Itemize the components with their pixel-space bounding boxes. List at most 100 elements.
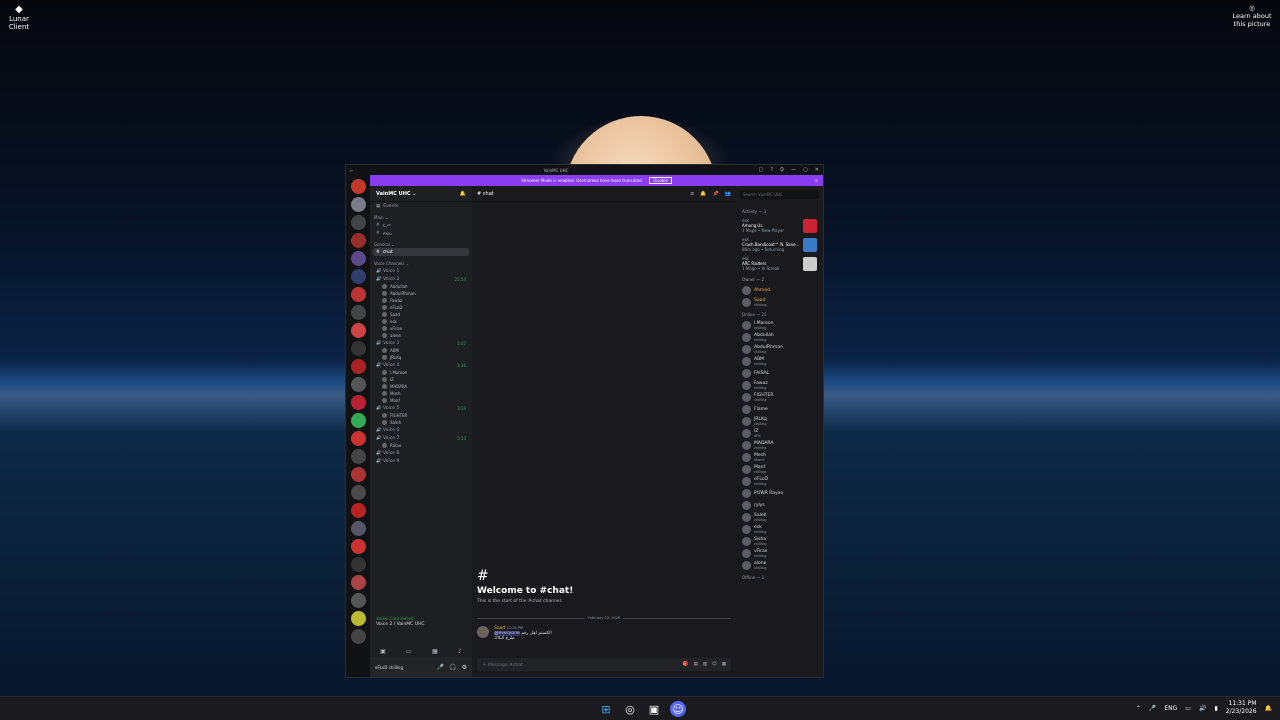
server-icon[interactable] (350, 305, 366, 320)
voice-user[interactable]: JRLKq (370, 354, 472, 361)
member-item[interactable]: Abdullah chilling (736, 331, 823, 343)
member-item[interactable]: Fawaz chilling (736, 379, 823, 391)
headphones-icon[interactable]: 🎧 (449, 664, 456, 671)
server-icon[interactable] (350, 269, 366, 284)
server-header[interactable]: VainMC UHC ⌄ 🔔 (370, 186, 472, 202)
voice-user[interactable]: esk (370, 318, 472, 325)
pin-icon[interactable]: 📌 (713, 191, 719, 197)
window-control-icon[interactable]: ? (770, 167, 773, 173)
server-icon[interactable] (350, 521, 366, 536)
server-icon[interactable] (350, 611, 366, 626)
member-item[interactable]: vFirax chilling (736, 547, 823, 559)
server-icon[interactable] (350, 179, 366, 194)
activities-icon[interactable]: ▦ (432, 648, 438, 655)
server-icon[interactable] (350, 377, 366, 392)
activity-card[interactable]: esk Among Us 1 Mage • New Player (736, 216, 823, 235)
gear-icon[interactable]: ⚙ (462, 664, 467, 671)
member-item[interactable]: alone chilling (736, 559, 823, 571)
chevron-up-icon[interactable]: ⌃ (1136, 705, 1141, 712)
server-icon[interactable] (350, 359, 366, 374)
member-item[interactable]: Manf chilling (736, 463, 823, 475)
member-item[interactable]: ABM chilling (736, 355, 823, 367)
member-item[interactable]: Mesh shard (736, 451, 823, 463)
search-input[interactable]: Search VainMC UHC (740, 190, 819, 199)
server-icon[interactable] (350, 593, 366, 608)
desktop-shortcut[interactable]: ◆ Lunar Client (2, 4, 36, 31)
server-icon[interactable] (350, 287, 366, 302)
window-control-icon[interactable]: ✕ (815, 167, 819, 173)
back-icon[interactable]: ← (350, 168, 353, 173)
member-item[interactable]: Saleh chilling (736, 511, 823, 523)
camera-icon[interactable]: ▣ (380, 648, 386, 655)
close-icon[interactable]: ✕ (815, 178, 818, 183)
battery-icon[interactable]: ▮ (1214, 705, 1217, 712)
member-item[interactable]: I.Maroon chilling (736, 319, 823, 331)
message[interactable]: Saad 11:14 PM @everyone الكستم لفل رقم ط… (477, 626, 731, 641)
server-icon[interactable] (350, 251, 366, 266)
member-item[interactable]: AbdulRhman chilling (736, 343, 823, 355)
server-icon[interactable] (350, 539, 366, 554)
window-control-icon[interactable]: — (791, 167, 796, 173)
voice-user[interactable]: IZ (370, 376, 472, 383)
emoji-icon[interactable]: ☺ (712, 662, 717, 667)
sticker-icon[interactable]: ▥ (703, 662, 707, 667)
learn-about-picture[interactable]: ◎ Learn about this picture (1232, 4, 1272, 28)
voice-channel[interactable]: 🔊 Voice 7 5:13 (370, 434, 472, 442)
voice-user[interactable]: vFirax (370, 325, 472, 332)
voice-user[interactable]: ABM (370, 347, 472, 354)
voice-user[interactable]: Abdullah (370, 283, 472, 290)
member-item[interactable]: FIGHTER chilling (736, 391, 823, 403)
member-item[interactable]: Sisha chilling (736, 535, 823, 547)
plus-icon[interactable]: ＋ (482, 663, 487, 668)
voice-user[interactable]: Mesh (370, 390, 472, 397)
server-icon[interactable] (350, 449, 366, 464)
window-control-icon[interactable]: □ (759, 167, 764, 173)
member-item[interactable]: Flame (736, 403, 823, 415)
member-item[interactable]: eFLoD chilling (736, 475, 823, 487)
member-item[interactable]: FAISAL (736, 367, 823, 379)
server-icon[interactable] (350, 323, 366, 338)
member-item[interactable]: esk chilling (736, 523, 823, 535)
voice-channel[interactable]: 🔊 Voice 8 (370, 449, 472, 457)
member-item[interactable]: Saad chilling (736, 296, 823, 308)
voice-user[interactable]: AbdulRhman (370, 290, 472, 297)
window-control-icon[interactable]: ▢ (803, 167, 808, 173)
member-item[interactable]: POWR Rayan (736, 487, 823, 499)
threads-icon[interactable]: ≡ (690, 191, 694, 197)
gift-icon[interactable]: 🎁 (683, 662, 689, 667)
server-icon[interactable] (350, 467, 366, 482)
server-icon[interactable] (350, 341, 366, 356)
bell-icon[interactable]: 🔔 (700, 191, 706, 197)
network-icon[interactable]: ▭ (1185, 705, 1191, 712)
member-item[interactable]: IZ AFK (736, 427, 823, 439)
server-icon[interactable] (350, 557, 366, 572)
language-indicator[interactable]: ENG (1164, 705, 1177, 712)
channel-item[interactable]: # خرع (370, 221, 472, 229)
server-icon[interactable] (350, 413, 366, 428)
voice-channel[interactable]: 🔊 Voice 6 (370, 426, 472, 434)
voice-channel[interactable]: 🔊 Voice 4 3:36 (370, 361, 472, 369)
members-icon[interactable]: 👥 (725, 191, 731, 197)
member-item[interactable]: Ahmed (736, 284, 823, 296)
notification-icon[interactable]: 🔔 (1265, 705, 1272, 712)
server-icon[interactable] (350, 431, 366, 446)
voice-channel[interactable]: 🔊 Voice 9 (370, 457, 472, 465)
events-item[interactable]: ▦ Events (370, 202, 472, 210)
app-icon[interactable]: ▣ (646, 701, 662, 717)
server-icon[interactable] (350, 233, 366, 248)
channel-item[interactable]: # رووم (370, 229, 472, 237)
category-main[interactable]: Main ⌄ (370, 210, 472, 221)
voice-user[interactable]: MADARA (370, 383, 472, 390)
activity-card[interactable]: esk Crash Bandicoot™ N. Sane... 96m ago • … (736, 235, 823, 254)
volume-icon[interactable]: 🔊 (1199, 705, 1206, 712)
bell-icon[interactable]: 🔔 (460, 191, 466, 197)
voice-channel[interactable]: 🔊 Voice 3 3:47 (370, 339, 472, 347)
lunar-client-icon[interactable]: ◎ (622, 701, 638, 717)
voice-user[interactable]: Manf (370, 397, 472, 404)
voice-user[interactable]: Ralax (370, 442, 472, 449)
channel-item-chat[interactable]: # chat (373, 248, 469, 256)
voice-channel[interactable]: 🔊 Voice 5 3:33 (370, 404, 472, 412)
apps-icon[interactable]: ▦ (722, 662, 726, 667)
category-general[interactable]: General ⌄ (370, 237, 472, 248)
voice-channel[interactable]: 🔊 Voice 2 25:54 (370, 275, 472, 283)
